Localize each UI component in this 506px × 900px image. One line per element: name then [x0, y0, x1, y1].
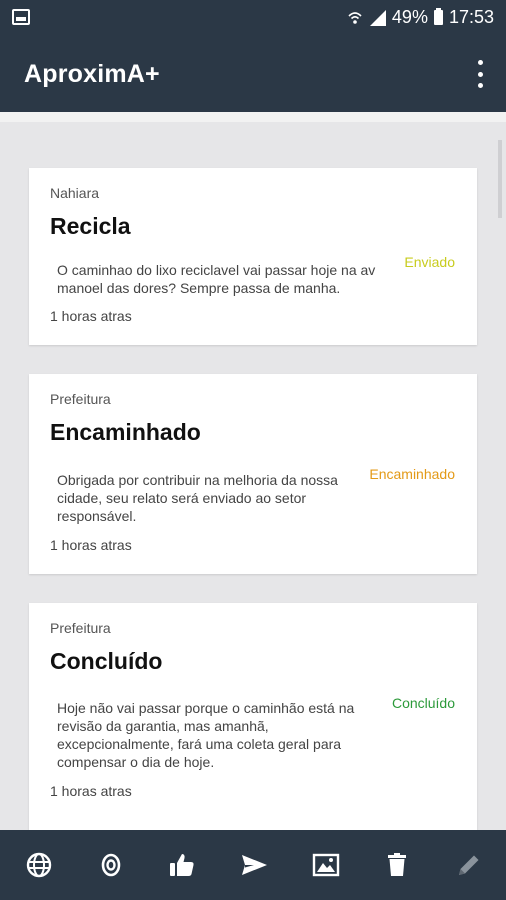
status-badge: Enviado [404, 254, 455, 270]
globe-icon [26, 852, 52, 878]
app-title: AproximA+ [24, 60, 160, 88]
pencil-icon [458, 855, 479, 875]
wifi-icon [348, 11, 362, 24]
status-badge: Encaminhado [369, 466, 455, 482]
image-button[interactable] [311, 850, 341, 880]
card-timestamp: 1 horas atras [50, 308, 132, 324]
status-badge: Concluído [391, 695, 455, 711]
card-timestamp: 1 horas atras [50, 783, 132, 799]
target-button[interactable] [96, 850, 126, 880]
globe-button[interactable] [24, 850, 54, 880]
bottom-toolbar [0, 830, 506, 900]
delete-button[interactable] [382, 850, 412, 880]
more-vert-icon [477, 60, 483, 65]
screenshot-notification-icon [12, 9, 30, 25]
card-author: Prefeitura [50, 391, 111, 407]
card-message: O caminhao do lixo reciclavel vai passar… [57, 262, 376, 296]
clock: 17:53 [448, 7, 494, 27]
card-message: Obrigada por contribuir na melhoria da n… [57, 472, 338, 524]
trash-icon [388, 853, 407, 876]
like-button[interactable] [167, 850, 197, 880]
card-title: Recicla [50, 213, 131, 239]
target-icon [101, 853, 120, 877]
card-author: Nahiara [50, 185, 100, 201]
scrollbar[interactable] [498, 140, 502, 218]
edit-button[interactable] [454, 850, 484, 880]
report-card[interactable]: Nahiara Recicla O caminhao do lixo recic… [29, 168, 477, 345]
card-title: Concluído [50, 648, 163, 674]
card-message: Hoje não vai passar porque o caminhão es… [57, 700, 355, 770]
image-icon [312, 853, 339, 877]
send-icon [241, 855, 267, 875]
battery-percent: 49% [391, 7, 428, 27]
report-card[interactable]: Prefeitura Concluído Hoje não vai passar… [29, 603, 477, 830]
signal-icon [369, 9, 386, 26]
card-author: Prefeitura [50, 620, 111, 636]
card-title: Encaminhado [50, 419, 201, 445]
send-button[interactable] [239, 850, 269, 880]
app-bar: AproximA+ [0, 36, 506, 112]
overflow-menu-button[interactable] [472, 60, 488, 88]
battery-icon [433, 8, 443, 25]
feed[interactable]: Nahiara Recicla O caminhao do lixo recic… [0, 112, 506, 830]
report-card[interactable]: Prefeitura Encaminhado Obrigada por cont… [29, 374, 477, 574]
status-bar: 49% 17:53 [0, 0, 506, 36]
card-timestamp: 1 horas atras [50, 537, 132, 553]
status-indicators: 49% 17:53 [348, 7, 494, 28]
thumbs-up-icon [170, 854, 194, 876]
